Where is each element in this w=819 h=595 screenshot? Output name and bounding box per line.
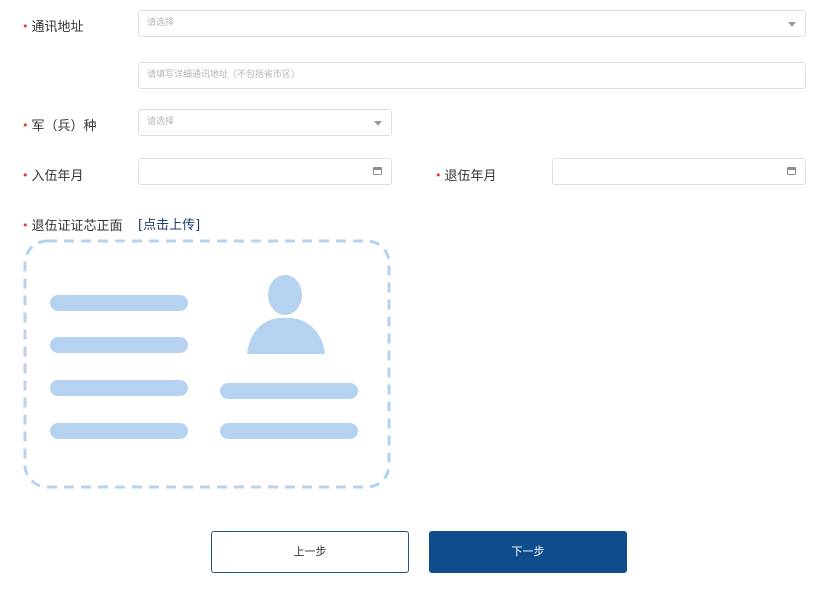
id-card-placeholder-image <box>23 239 391 489</box>
enlist-date-label: • 入伍年月 <box>22 169 84 184</box>
next-step-button[interactable]: 下一步 <box>429 531 627 573</box>
retire-date-label: • 退伍年月 <box>435 169 497 184</box>
caret-down-icon <box>788 22 796 27</box>
service-type-placeholder: 请选择 <box>147 117 175 127</box>
prev-step-button[interactable]: 上一步 <box>211 531 409 573</box>
required-mark: • <box>22 119 29 132</box>
address-detail-input[interactable]: 请填写详细通讯地址（不包括省市区） <box>138 62 806 89</box>
required-mark: • <box>22 20 29 33</box>
caret-down-icon <box>374 121 382 126</box>
address-region-select[interactable]: 请选择 <box>138 10 806 37</box>
certificate-label: • 退伍证证芯正面 <box>22 219 123 234</box>
address-region-placeholder: 请选择 <box>147 18 175 28</box>
required-mark: • <box>22 169 29 182</box>
retire-date-picker[interactable] <box>552 158 806 185</box>
address-label: • 通讯地址 <box>22 20 84 35</box>
address-detail-placeholder: 请填写详细通讯地址（不包括省市区） <box>147 70 301 80</box>
service-type-label: • 军（兵）种 <box>22 119 97 134</box>
certificate-upload-area[interactable] <box>22 238 392 490</box>
required-mark: • <box>22 219 29 232</box>
person-icon <box>247 275 325 354</box>
enlist-date-picker[interactable] <box>138 158 392 185</box>
upload-link[interactable]: [点击上传] <box>138 214 200 233</box>
calendar-icon <box>373 167 382 175</box>
service-type-select[interactable]: 请选择 <box>138 109 392 136</box>
required-mark: • <box>435 169 442 182</box>
calendar-icon <box>787 167 796 175</box>
